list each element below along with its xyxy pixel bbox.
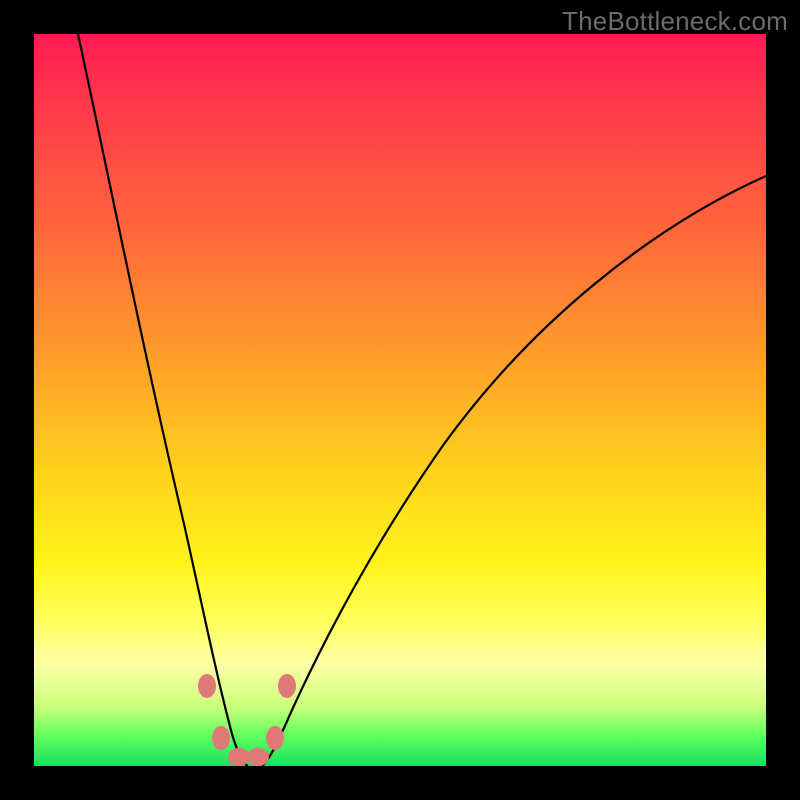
curve-left-branch — [78, 34, 248, 766]
curve-marker — [212, 726, 230, 750]
curve-right-branch — [262, 176, 766, 766]
curve-marker — [247, 748, 269, 766]
plot-area — [34, 34, 766, 766]
curve-marker — [228, 748, 250, 766]
curve-marker — [278, 674, 296, 698]
chart-frame: TheBottleneck.com — [0, 0, 800, 800]
watermark-text: TheBottleneck.com — [562, 6, 788, 37]
curve-layer — [34, 34, 766, 766]
curve-marker — [198, 674, 216, 698]
curve-marker — [266, 726, 284, 750]
